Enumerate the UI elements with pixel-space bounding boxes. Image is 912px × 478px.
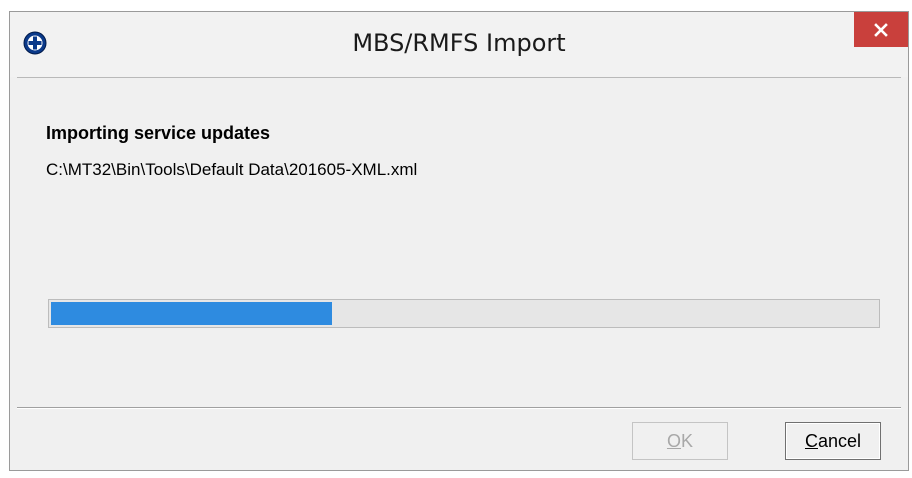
ok-label-rest: K	[681, 430, 694, 451]
import-dialog: MBS/RMFS Import Importing service update…	[9, 11, 909, 471]
progress-bar	[48, 299, 880, 328]
ok-button[interactable]: OK	[632, 422, 728, 460]
ok-mnemonic: O	[666, 430, 681, 451]
status-heading: Importing service updates	[46, 123, 271, 143]
cancel-label-rest: ancel	[817, 430, 862, 451]
cancel-button[interactable]: Cancel	[785, 422, 881, 460]
close-button[interactable]	[854, 12, 908, 47]
cancel-mnemonic: C	[804, 430, 818, 451]
progress-fill	[51, 302, 332, 325]
window-title: MBS/RMFS Import	[352, 29, 566, 57]
close-icon	[874, 22, 888, 37]
dialog-body: Importing service updates C:\MT32\Bin\To…	[17, 77, 901, 464]
button-separator	[17, 407, 901, 409]
file-path-label: C:\MT32\Bin\Tools\Default Data\201605-XM…	[46, 160, 418, 179]
title-bar[interactable]: MBS/RMFS Import	[10, 12, 908, 77]
